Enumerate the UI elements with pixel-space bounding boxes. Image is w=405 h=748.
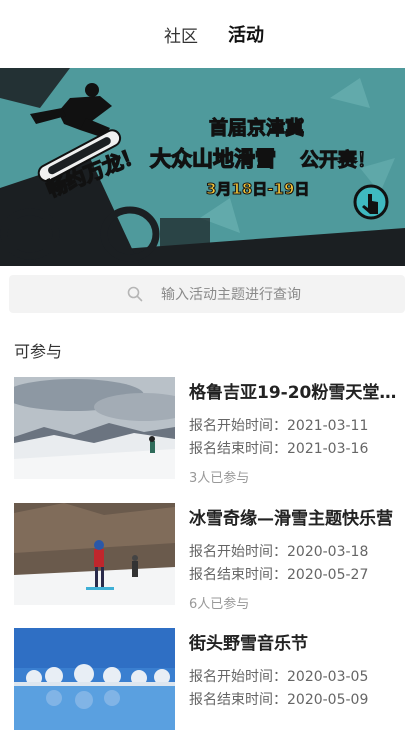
signup-end: 报名结束时间：2020-05-27 <box>189 567 369 583</box>
activity-thumbnail <box>14 628 175 730</box>
search-placeholder: 输入活动主题进行查询 <box>161 287 301 303</box>
banner-line1: 首届京津冀 <box>209 116 304 139</box>
banner-line2-highlight: 大众山地滑雪 <box>150 147 276 171</box>
activity-title: 格鲁吉亚19-20粉雪天堂全... <box>189 383 399 403</box>
tab-community[interactable]: 社区 <box>164 22 198 47</box>
section-title-available: 可参与 <box>14 342 63 361</box>
tap-icon <box>353 184 389 220</box>
activity-thumbnail <box>14 503 175 605</box>
event-banner[interactable]: 畅约万龙！ 首届京津冀 大众山地滑雪 公开赛！ 3月18日-19日 <box>0 68 405 266</box>
top-tab-bar: 社区 活动 <box>0 0 405 68</box>
signup-start: 报名开始时间：2021-03-11 <box>189 418 369 434</box>
participant-count: 6人已参与 <box>189 597 250 612</box>
signup-start: 报名开始时间：2020-03-18 <box>189 544 369 560</box>
activity-title: 冰雪奇缘—滑雪主题快乐营 <box>189 509 393 529</box>
signup-end: 报名结束时间：2021-03-16 <box>189 441 369 457</box>
tab-activity[interactable]: 活动 <box>228 21 264 47</box>
search-icon <box>127 286 143 302</box>
activity-card[interactable]: 格鲁吉亚19-20粉雪天堂全... 报名开始时间：2021-03-11 报名结束… <box>0 377 405 497</box>
activity-card[interactable]: 冰雪奇缘—滑雪主题快乐营 报名开始时间：2020-03-18 报名结束时间：20… <box>0 503 405 623</box>
activity-title: 街头野雪音乐节 <box>189 634 308 654</box>
banner-artwork: 畅约万龙！ 首届京津冀 大众山地滑雪 公开赛！ 3月18日-19日 <box>0 68 405 266</box>
signup-start: 报名开始时间：2020-03-05 <box>189 669 369 685</box>
participant-count: 3人已参与 <box>189 471 250 486</box>
activity-thumbnail <box>14 377 175 479</box>
banner-dates: 3月18日-19日 <box>206 180 309 198</box>
activity-search-input[interactable]: 输入活动主题进行查询 <box>9 275 405 313</box>
activity-card[interactable]: 街头野雪音乐节 报名开始时间：2020-03-05 报名结束时间：2020-05… <box>0 628 405 748</box>
banner-line2-rest: 公开赛！ <box>300 148 376 171</box>
signup-end: 报名结束时间：2020-05-09 <box>189 692 369 708</box>
